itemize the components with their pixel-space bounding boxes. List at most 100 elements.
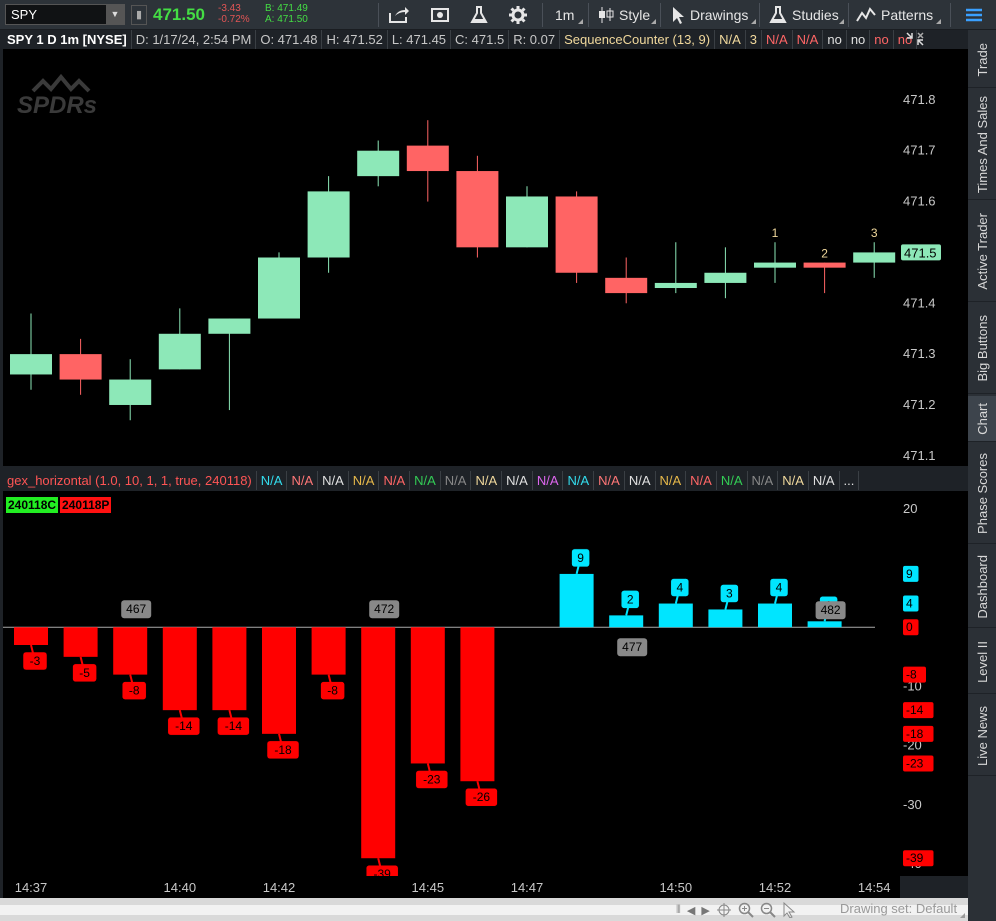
study-value: N/A	[762, 30, 793, 49]
thinkorswim-chart-window: SPY ▼ ▮ 471.50 -3.43 -0.72% B: 471.49 A:…	[0, 0, 996, 921]
time-tick-label: 14:54	[858, 880, 891, 895]
header-open: O: 471.48	[256, 30, 323, 49]
value-bubble-label: -8	[327, 684, 338, 698]
value-bubble-label: -14	[175, 719, 193, 733]
sidebar-tab-label: Phase Scores	[974, 453, 990, 534]
flask-icon[interactable]	[470, 0, 493, 30]
spdr-logo: SPDRs	[15, 71, 125, 124]
scroll-left-icon[interactable]: ◀	[687, 904, 695, 917]
gex-study-title[interactable]: gex_horizontal (1.0, 10, 1, 1, true, 240…	[3, 471, 257, 490]
symbol-input[interactable]: SPY ▼	[5, 4, 125, 25]
sequence-count-label: 1	[772, 226, 779, 240]
sequence-count-label: 2	[821, 247, 828, 261]
candle-body	[654, 282, 697, 289]
sidebar-tab-big-buttons[interactable]: Big Buttons	[968, 304, 996, 394]
price-chart-pane[interactable]: SPDRs 1 2 3	[3, 49, 900, 466]
candle-body	[704, 272, 747, 283]
scroll-grip-icon[interactable]: ⦀	[676, 904, 681, 917]
time-tick-label: 14:52	[759, 880, 792, 895]
header-low: L: 471.45	[388, 30, 452, 49]
price-axis[interactable]: 471.8 471.7 471.6 471.5 471.4 471.3 471.2 471.1…	[900, 49, 968, 466]
style-button[interactable]: Style	[598, 0, 650, 30]
candle-body	[59, 354, 102, 380]
axis-value-badge-label: -23	[906, 756, 924, 770]
sidebar-tab-active-trader[interactable]: Active Trader	[968, 202, 996, 302]
gex-axis[interactable]: 20-10-20-30-40940-8-14-18-23-39	[900, 491, 968, 876]
scroll-right-icon[interactable]: ▶	[701, 904, 709, 917]
sidebar-tab-dashboard[interactable]: Dashboard	[968, 546, 996, 628]
put-gex-bar	[14, 627, 48, 645]
gex-tick-label: -30	[903, 797, 922, 812]
sidebar-tab-times-and-sales[interactable]: Times And Sales	[968, 90, 996, 200]
gex-value: N/A	[778, 471, 809, 490]
sidebar-tab-label: Trade	[974, 42, 990, 77]
gex-value: N/A	[809, 471, 840, 490]
patterns-label: Patterns	[881, 7, 934, 23]
call-gex-bar	[758, 603, 792, 628]
value-bubble-label: 4	[776, 581, 783, 595]
price-tick-label: 471.7	[903, 143, 936, 158]
gear-icon[interactable]	[508, 0, 533, 30]
quote-details-icon[interactable]: ▮	[131, 5, 147, 25]
value-bubble-label: -26	[473, 790, 491, 804]
price-tick-label: 471.1	[903, 448, 936, 463]
put-gex-bar	[113, 627, 148, 675]
drawing-set-label[interactable]: Drawing set: Default	[840, 901, 957, 916]
toolbar-divider	[378, 3, 379, 27]
toolbar-divider	[950, 3, 951, 27]
price-tick-label: 471.4	[903, 295, 936, 310]
drawing-set-dropdown-icon	[960, 913, 965, 918]
gex-study-pane[interactable]: 240118C 240118P -3 -5 -8 -14 -14 -18 -8 -39 -23 -…	[3, 491, 900, 884]
chart-header: SPY 1 D 1m [NYSE] D: 1/17/24, 2:54 PM O:…	[3, 30, 918, 49]
sidebar-tab-trade[interactable]: Trade	[968, 32, 996, 88]
studies-dropdown-icon	[839, 19, 844, 24]
value-bubble-label: -39	[374, 867, 392, 876]
bid-ask: B: 471.49 A: 471.50	[265, 3, 308, 25]
sidebar-tab-label: Chart	[974, 402, 990, 435]
candle-body	[10, 354, 52, 375]
value-bubble-label: -18	[274, 743, 292, 757]
sidebar-tab-live-news[interactable]: Live News	[968, 696, 996, 776]
gex-legend: 240118C 240118P	[6, 497, 113, 513]
sidebar-tab-phase-scores[interactable]: Phase Scores	[968, 444, 996, 544]
value-bubble-label: -23	[423, 772, 441, 786]
time-tick-label: 14:45	[412, 880, 445, 895]
studies-button[interactable]: Studies	[769, 0, 839, 30]
study-title[interactable]: SequenceCounter (13, 9)	[560, 30, 716, 49]
study-value: no	[823, 30, 847, 49]
axis-value-badge-label: 0	[906, 620, 913, 634]
timeframe-button[interactable]: 1m	[555, 0, 574, 30]
symbol-dropdown-icon[interactable]: ▼	[106, 5, 124, 24]
candle-body	[605, 277, 648, 294]
candle-body	[307, 191, 350, 258]
legend-puts: 240118P	[60, 497, 112, 513]
sidebar-tab-level-ii[interactable]: Level II	[968, 630, 996, 694]
snapshot-icon[interactable]	[430, 0, 457, 30]
share-icon[interactable]	[388, 0, 415, 30]
put-gex-bar	[361, 627, 396, 859]
legend-calls: 240118C	[6, 497, 59, 513]
put-gex-bar	[410, 627, 445, 764]
sidebar-tab-label: Active Trader	[974, 213, 990, 290]
patterns-button[interactable]: Patterns	[856, 0, 933, 30]
gex-value: N/A	[410, 471, 441, 490]
candle-body	[853, 252, 896, 263]
gex-value: N/A	[656, 471, 687, 490]
style-label: Style	[619, 7, 651, 23]
sequence-count-label: 3	[871, 226, 878, 240]
candle-body	[406, 145, 449, 172]
gex-value: N/A	[686, 471, 717, 490]
chart-title[interactable]: SPY 1 D 1m [NYSE]	[3, 30, 132, 49]
drawings-label: Drawings	[690, 7, 749, 23]
zoom-controls: ⦀ ◀ ▶	[676, 901, 796, 919]
drawings-button[interactable]: Drawings	[671, 0, 748, 30]
menu-icon[interactable]	[964, 0, 989, 30]
time-axis[interactable]: 14:37 14:40 14:42 14:45 14:47 14:50 14:52 14:54	[3, 876, 900, 898]
put-gex-bar	[460, 627, 495, 782]
sidebar-tab-chart[interactable]: Chart	[968, 396, 996, 442]
collapse-icon[interactable]	[905, 31, 925, 50]
gex-axis-svg: 20-10-20-30-40940-8-14-18-23-39	[903, 501, 934, 871]
horizontal-scrollbar[interactable]	[0, 905, 968, 915]
time-axis-svg: 14:37 14:40 14:42 14:45 14:47 14:50 14:52 14:54	[15, 880, 891, 895]
time-tick-label: 14:42	[263, 880, 296, 895]
